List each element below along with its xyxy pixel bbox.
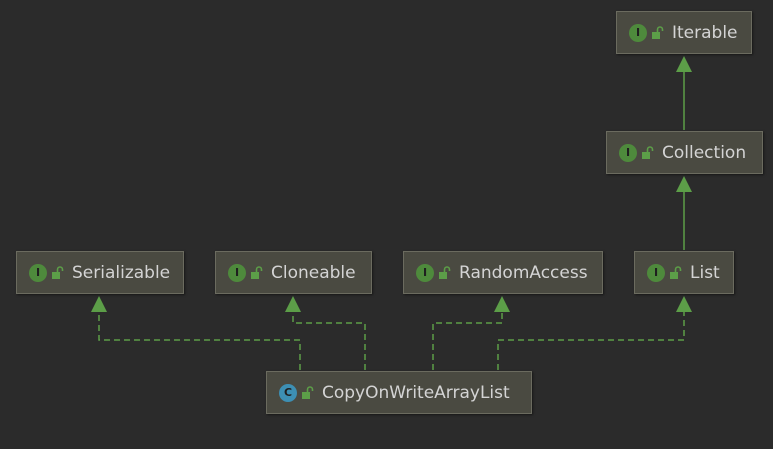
arrowhead-icon (676, 176, 692, 192)
node-collection[interactable]: I Collection (606, 131, 763, 174)
edge-cow-cloneable (285, 296, 366, 370)
edge-list-collection (676, 176, 692, 250)
arrowhead-icon (285, 296, 301, 312)
interface-badge-icon: I (647, 263, 665, 282)
node-serializable[interactable]: I Serializable (16, 251, 184, 294)
class-badge-icon: C (279, 383, 297, 402)
edge-cow-serializable (91, 296, 301, 370)
arrowhead-icon (676, 296, 692, 312)
interface-badge-icon: I (228, 263, 246, 282)
interface-badge-icon: I (629, 23, 647, 42)
node-label: Serializable (72, 262, 171, 283)
open-lock-icon (642, 145, 654, 159)
edge-cow-list (497, 296, 692, 370)
node-label: Cloneable (271, 262, 356, 283)
open-lock-icon (251, 265, 263, 279)
node-cloneable[interactable]: I Cloneable (215, 251, 372, 294)
open-lock-icon (439, 265, 451, 279)
arrowhead-icon (91, 296, 107, 312)
arrowhead-icon (676, 56, 692, 72)
node-label: RandomAccess (459, 262, 588, 283)
open-lock-icon (52, 265, 64, 279)
open-lock-icon (302, 385, 314, 399)
arrowhead-icon (494, 296, 510, 312)
edge-collection-iterable (676, 56, 692, 130)
node-label: Iterable (672, 22, 738, 43)
open-lock-icon (652, 25, 664, 39)
node-iterable[interactable]: I Iterable (616, 11, 752, 54)
node-copy-on-write-array-list[interactable]: C CopyOnWriteArrayList (266, 371, 532, 414)
node-label: CopyOnWriteArrayList (322, 382, 510, 403)
node-label: List (690, 262, 720, 283)
interface-badge-icon: I (619, 143, 637, 162)
uml-diagram-canvas: I Iterable I Collection I Serializable I… (0, 0, 773, 449)
node-random-access[interactable]: I RandomAccess (403, 251, 603, 294)
open-lock-icon (670, 265, 682, 279)
interface-badge-icon: I (416, 263, 434, 282)
interface-badge-icon: I (29, 263, 47, 282)
node-list[interactable]: I List (634, 251, 734, 294)
node-label: Collection (662, 142, 747, 163)
